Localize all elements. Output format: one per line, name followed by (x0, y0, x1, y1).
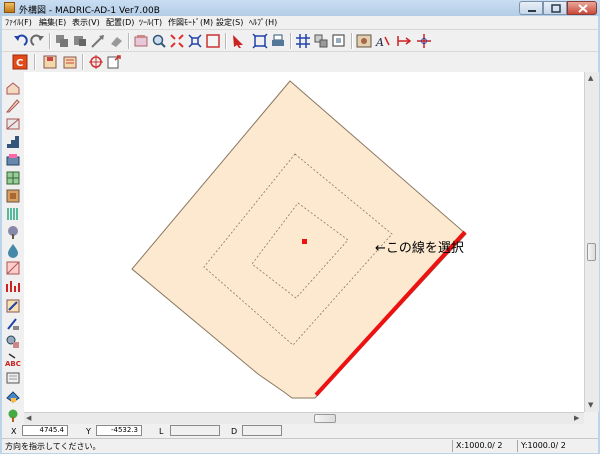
copy-shape-icon[interactable] (54, 33, 70, 49)
direction-field[interactable] (242, 425, 282, 436)
tree-tool-icon[interactable] (5, 224, 21, 240)
zoom-window-icon[interactable] (187, 33, 203, 49)
menu-bar: ﾌｧｲﾙ(F) 編集(E) 表示(V) 配置(D) ﾂｰﾙ(T) 作図ﾓｰﾄﾞ(… (2, 16, 598, 29)
status-y-scale: Y:1000.0/ 2 (517, 440, 583, 452)
redo-icon[interactable] (30, 33, 46, 49)
stairs-tool-icon[interactable] (5, 134, 21, 150)
svg-text:A: A (375, 36, 384, 49)
edit-tool-icon[interactable] (5, 298, 21, 314)
app-window: 外構図 - MADRIC-AD-1 Ver7.00B ﾌｧｲﾙ(F) 編集(E)… (0, 0, 600, 454)
drawing-svg (131, 80, 467, 399)
main-toolbar: A (2, 29, 598, 52)
menu-view[interactable]: 表示(V) (72, 17, 100, 28)
direction-label: D (231, 427, 238, 436)
maximize-button[interactable] (543, 1, 567, 15)
menu-edit[interactable]: 編集(E) (39, 17, 66, 28)
toolbar-separator (351, 33, 353, 49)
menu-settings[interactable]: 設定(S) (216, 17, 243, 28)
image-icon[interactable] (356, 33, 372, 49)
arrow-line-icon[interactable] (90, 33, 106, 49)
move-shape-icon[interactable] (72, 33, 88, 49)
length-label: L (159, 427, 164, 436)
tree-planting-tool-icon[interactable] (5, 408, 21, 424)
toolbar-separator (82, 54, 84, 70)
toolbar-separator (225, 33, 227, 49)
toolbar-separator (290, 33, 292, 49)
toolbar-separator (128, 33, 130, 49)
cad-mode-icon[interactable]: C (12, 54, 28, 70)
dimension-icon[interactable] (396, 33, 412, 49)
target-icon[interactable] (88, 54, 104, 70)
origin-icon[interactable] (416, 33, 432, 49)
vertical-scrollbar[interactable]: ▲ ▼ (584, 72, 599, 412)
menu-file[interactable]: ﾌｧｲﾙ(F) (5, 17, 32, 28)
menu-help[interactable]: ﾍﾙﾌﾟ(H) (249, 17, 277, 28)
svg-text:ABC: ABC (5, 360, 21, 368)
status-x-scale: X:1000.0/ 2 (452, 440, 516, 452)
wall-tool-icon[interactable] (5, 116, 21, 132)
secondary-toolbar: C (2, 51, 598, 73)
zoom-icon[interactable] (151, 33, 167, 49)
length-field[interactable] (170, 425, 220, 436)
scroll-left-icon[interactable]: ◀ (26, 413, 31, 423)
menu-place[interactable]: 配置(D) (106, 17, 134, 28)
y-coordinate-field[interactable]: -4532.3 (96, 425, 142, 436)
hatch-tool-icon[interactable] (5, 260, 21, 276)
gate-tool-icon[interactable] (5, 152, 21, 168)
block-tool-icon[interactable] (5, 188, 21, 204)
status-bar: 方向を指示してください。 X:1000.0/ 2 Y:1000.0/ 2 (2, 438, 598, 453)
horizontal-scroll-thumb[interactable] (314, 414, 336, 423)
scroll-down-icon[interactable]: ▼ (588, 400, 593, 410)
chart-tool-icon[interactable] (5, 278, 21, 294)
close-button[interactable] (567, 1, 597, 15)
column-tool-icon[interactable] (5, 206, 21, 222)
open-icon[interactable] (62, 54, 78, 70)
undo-icon[interactable] (12, 33, 28, 49)
zoom-extents-icon[interactable] (169, 33, 185, 49)
app-icon (4, 2, 15, 13)
coordinate-bar: X 4745.4 Y -4532.3 L D (2, 424, 598, 438)
window-title: 外構図 - MADRIC-AD-1 Ver7.00B (19, 6, 160, 16)
scroll-corner (584, 412, 598, 424)
y-label: Y (86, 427, 91, 436)
center-marker (302, 239, 307, 244)
drawing-canvas[interactable] (24, 72, 584, 412)
parts-tool-icon[interactable] (5, 334, 21, 350)
toolbar-separator (34, 54, 36, 70)
layer-icon[interactable] (313, 33, 329, 49)
left-toolbar: ABC (2, 72, 25, 424)
export-icon[interactable] (106, 54, 122, 70)
svg-text:C: C (16, 58, 23, 69)
save-icon[interactable] (42, 54, 58, 70)
house-tool-icon[interactable] (5, 80, 21, 96)
text-style-icon[interactable]: A (375, 33, 391, 49)
plant-tool-icon[interactable] (5, 388, 21, 404)
paving-tool-icon[interactable] (5, 170, 21, 186)
clip-icon[interactable] (331, 33, 347, 49)
status-message: 方向を指示してください。 (5, 442, 101, 451)
x-label: X (11, 427, 17, 436)
scroll-right-icon[interactable]: ▶ (574, 413, 579, 423)
toolbar-separator (49, 33, 51, 49)
vertical-scroll-thumb[interactable] (587, 243, 596, 261)
fit-view-icon[interactable] (252, 33, 268, 49)
pointer-icon[interactable] (230, 33, 246, 49)
x-coordinate-field[interactable]: 4745.4 (22, 425, 68, 436)
select-window-icon[interactable] (133, 33, 149, 49)
text-tool-icon[interactable] (5, 316, 21, 332)
car-tool-icon[interactable] (5, 370, 21, 386)
fence-tool-icon[interactable] (5, 98, 21, 114)
scroll-up-icon[interactable]: ▲ (588, 73, 593, 83)
menu-draw-mode[interactable]: 作図ﾓｰﾄﾞ(M) (168, 17, 213, 28)
title-bar: 外構図 - MADRIC-AD-1 Ver7.00B (0, 0, 600, 16)
print-icon[interactable] (270, 33, 286, 49)
eraser-icon[interactable] (108, 33, 124, 49)
rectangle-icon[interactable] (205, 33, 221, 49)
abc-text-icon[interactable]: ABC (5, 352, 21, 368)
minimize-button[interactable] (519, 1, 543, 15)
grid-snap-icon[interactable] (295, 33, 311, 49)
water-tool-icon[interactable] (5, 242, 21, 258)
menu-tool[interactable]: ﾂｰﾙ(T) (139, 17, 162, 28)
annotation-text: ←この線を選択 (375, 241, 464, 256)
